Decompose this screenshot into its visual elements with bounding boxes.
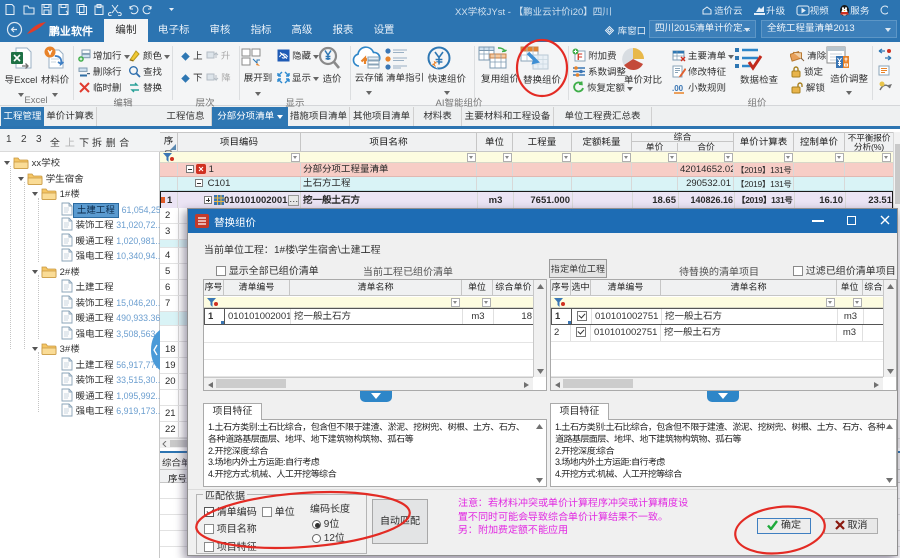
svg-text:.00: .00: [672, 84, 684, 93]
svg-text:F: F: [577, 52, 583, 62]
